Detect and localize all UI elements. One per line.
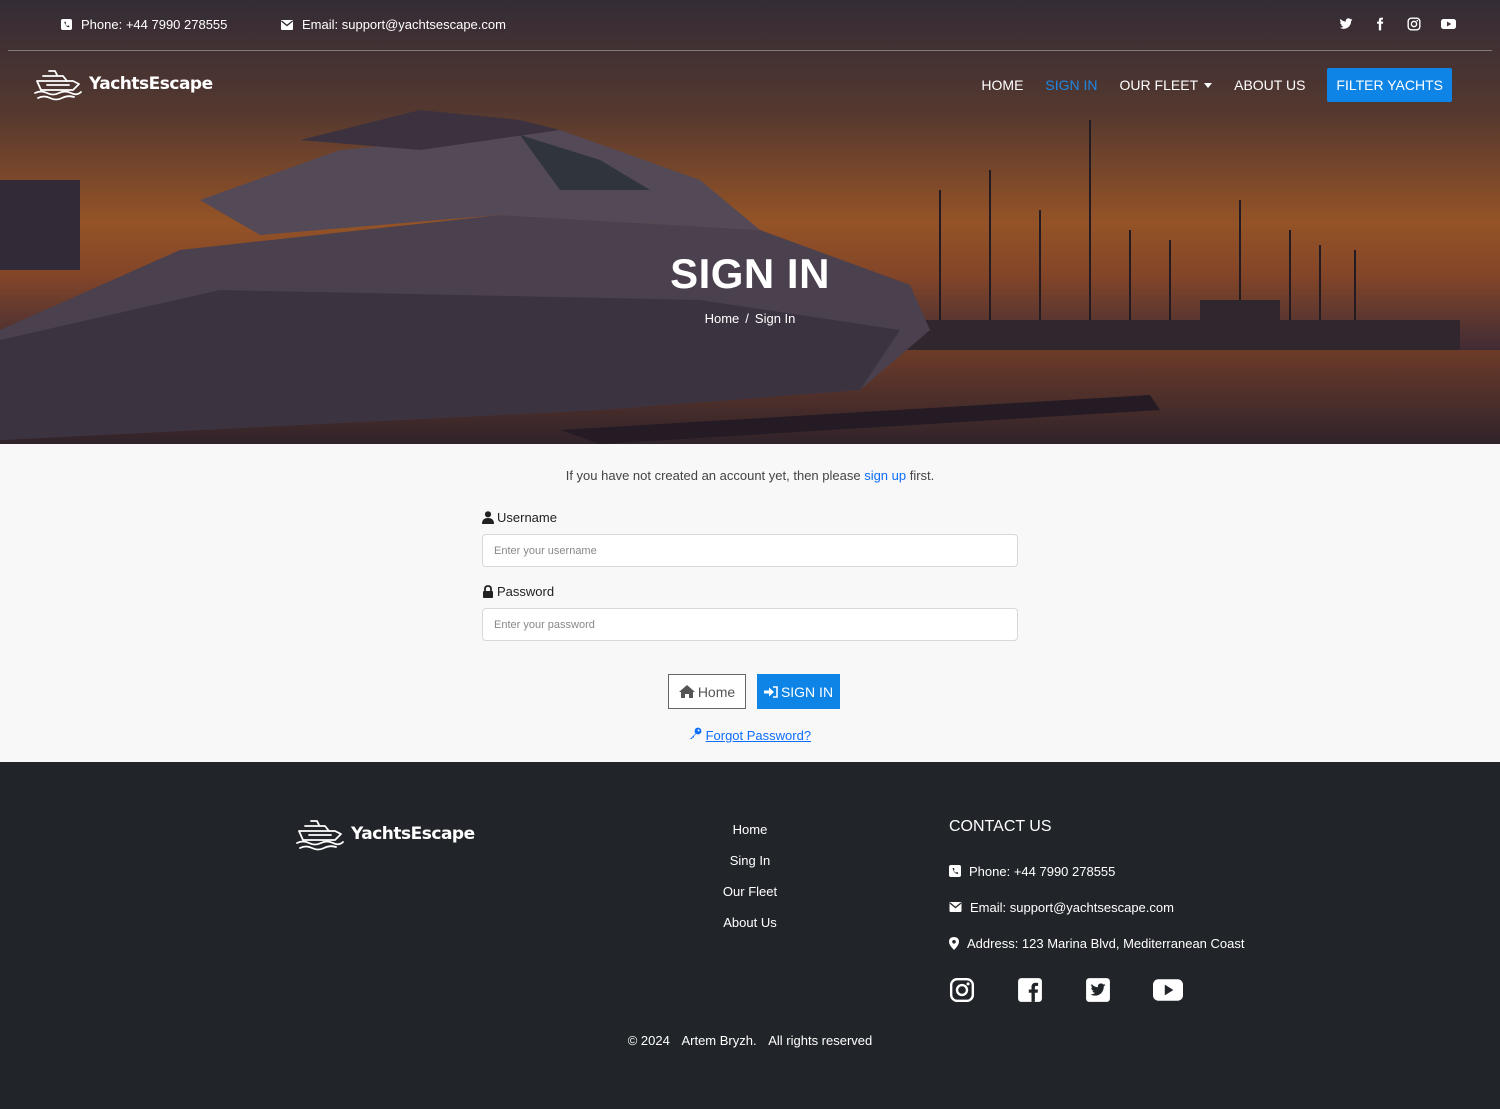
footer-brand-logo[interactable]: YachtsEscape — [295, 817, 475, 851]
instagram-icon[interactable] — [949, 977, 977, 1005]
envelope-icon — [949, 902, 962, 912]
password-label: Password — [482, 582, 1018, 600]
top-bar: Phone: +44 7990 278555 Email: support@ya… — [0, 0, 1500, 51]
copyright-year: © 2024 — [627, 1033, 670, 1048]
contact-phone[interactable]: Phone: +44 7990 278555 — [949, 853, 1244, 889]
caret-down-icon — [1204, 82, 1213, 88]
form-actions: Home SIGN IN — [668, 674, 840, 709]
footer-social — [949, 977, 1244, 1005]
twitter-icon[interactable] — [1339, 17, 1353, 31]
youtube-icon[interactable] — [1441, 17, 1456, 31]
yacht-logo-icon — [34, 70, 82, 101]
contact-phone-text: Phone: +44 7990 278555 — [969, 863, 1116, 879]
copyright-rights: All rights reserved — [768, 1033, 873, 1048]
instagram-icon[interactable] — [1407, 17, 1421, 31]
key-icon — [689, 727, 702, 739]
contact-title: CONTACT US — [949, 818, 1052, 835]
sign-in-button-label: SIGN IN — [780, 683, 834, 700]
footer-links: Home Sing In Our Fleet About Us — [650, 822, 850, 946]
yacht-logo-icon — [296, 820, 344, 851]
username-input[interactable] — [482, 534, 1018, 567]
brand-logo[interactable]: YachtsEscape — [33, 67, 213, 101]
sign-in-icon — [763, 685, 778, 698]
copyright-author: Artem Bryzh. — [681, 1033, 757, 1048]
contact-address: Address: 123 Marina Blvd, Mediterranean … — [949, 925, 1244, 961]
phone-icon — [61, 19, 72, 30]
facebook-icon[interactable] — [1373, 17, 1387, 31]
topbar-email[interactable]: Email: support@yachtsescape.com — [281, 17, 506, 32]
copyright: © 2024 Artem Bryzh. All rights reserved — [0, 1033, 1500, 1048]
topbar-email-text: Email: support@yachtsescape.com — [302, 17, 506, 32]
password-input[interactable] — [482, 608, 1018, 641]
contact-address-text: Address: 123 Marina Blvd, Mediterranean … — [967, 935, 1245, 951]
contact-email-text: Email: support@yachtsescape.com — [970, 899, 1174, 915]
footer-link-sign-in[interactable]: Sing In — [650, 853, 850, 884]
nav-menu: HOME SIGN IN OUR FLEET ABOUT US FILTER Y… — [959, 68, 1452, 102]
main-navbar: YachtsEscape HOME SIGN IN OUR FLEET ABOU… — [0, 60, 1500, 112]
username-label-text: Username — [497, 509, 557, 525]
house-icon — [678, 685, 695, 698]
nav-our-fleet[interactable]: OUR FLEET — [1120, 77, 1213, 93]
nav-sign-in[interactable]: SIGN IN — [1045, 77, 1097, 93]
phone-icon — [949, 865, 961, 877]
brand-name: YachtsEscape — [89, 74, 213, 94]
footer: YachtsEscape Home Sing In Our Fleet Abou… — [0, 762, 1500, 1109]
footer-brand-name: YachtsEscape — [351, 824, 475, 844]
nav-home[interactable]: HOME — [981, 77, 1023, 93]
lock-icon — [483, 584, 493, 598]
contact-email[interactable]: Email: support@yachtsescape.com — [949, 889, 1244, 925]
youtube-icon[interactable] — [1153, 977, 1183, 1005]
topbar-phone[interactable]: Phone: +44 7990 278555 — [61, 17, 227, 32]
signup-prompt: If you have not created an account yet, … — [0, 468, 1500, 483]
map-pin-icon — [949, 936, 959, 950]
breadcrumb: Home / Sign In — [0, 311, 1500, 326]
sign-up-link[interactable]: sign up — [864, 468, 906, 483]
home-button-label: Home — [697, 683, 736, 700]
facebook-icon[interactable] — [1017, 977, 1045, 1005]
topbar-divider — [8, 50, 1492, 51]
topbar-social — [1339, 17, 1456, 31]
footer-link-our-fleet[interactable]: Our Fleet — [650, 884, 850, 915]
user-icon — [482, 510, 494, 524]
password-label-text: Password — [497, 583, 555, 599]
footer-contact: CONTACT US Phone: +44 7990 278555 Email:… — [949, 818, 1244, 1005]
breadcrumb-home[interactable]: Home — [705, 311, 740, 326]
forgot-password-link[interactable]: Forgot Password? — [706, 728, 812, 743]
nav-about-us[interactable]: ABOUT US — [1234, 77, 1305, 93]
signup-prompt-before: If you have not created an account yet, … — [565, 468, 865, 483]
sign-in-form: Username Password — [482, 508, 1018, 641]
breadcrumb-divider: / — [745, 311, 749, 326]
sign-in-button[interactable]: SIGN IN — [757, 674, 840, 709]
envelope-icon — [281, 19, 293, 30]
username-label: Username — [482, 508, 1018, 526]
footer-link-about-us[interactable]: About Us — [650, 915, 850, 946]
topbar-phone-text: Phone: +44 7990 278555 — [81, 17, 228, 32]
home-button[interactable]: Home — [668, 674, 746, 709]
page-title: SIGN IN — [670, 250, 830, 297]
breadcrumb-current: Sign In — [754, 311, 796, 326]
footer-link-home[interactable]: Home — [650, 822, 850, 853]
nav-our-fleet-label: OUR FLEET — [1119, 77, 1199, 93]
forgot-password: Forgot Password? — [0, 727, 1500, 743]
signup-prompt-after: first. — [906, 468, 935, 483]
filter-yachts-button[interactable]: FILTER YACHTS — [1327, 68, 1452, 102]
twitter-icon[interactable] — [1085, 977, 1113, 1005]
